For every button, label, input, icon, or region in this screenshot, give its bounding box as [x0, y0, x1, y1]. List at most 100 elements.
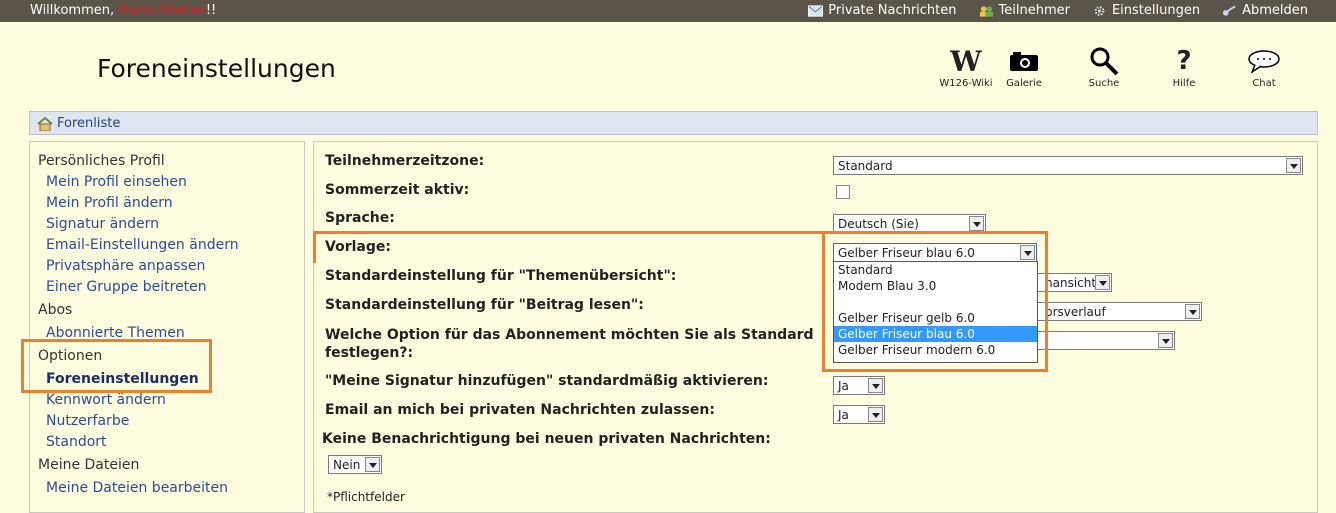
wiki-icon: W [950, 44, 982, 78]
subscription-label: Welche Option für das Abonnement möchten… [325, 326, 814, 362]
read-default-select[interactable]: prsverlauf [1034, 302, 1202, 321]
search-label: Suche [1088, 78, 1120, 89]
topic-default-value: nansicht [1045, 276, 1097, 290]
subscription-label-line2: festlegen?: [325, 345, 414, 361]
email-pm-select[interactable]: Ja [833, 405, 885, 424]
sidebar-item-change-password[interactable]: Kennwort ändern [46, 390, 304, 411]
timezone-label: Teilnehmerzeitzone: [325, 153, 485, 169]
subscription-label-line1: Welche Option für das Abonnement möchten… [325, 327, 814, 343]
question-icon: ? [1176, 46, 1192, 76]
sidebar-section-options: Optionen [38, 348, 103, 364]
settings-form: Teilnehmerzeitzone: Standard Sommerzeit … [313, 141, 1318, 513]
participants-label: Teilnehmer [998, 3, 1070, 18]
chevron-down-icon [868, 378, 883, 393]
topic-default-select[interactable]: nansicht [1034, 273, 1112, 292]
email-pm-label: Email an mich bei privaten Nachrichten z… [325, 402, 715, 418]
key-icon [1223, 5, 1236, 16]
template-option-standard[interactable]: Standard [834, 262, 1037, 278]
subscription-select[interactable] [1034, 331, 1175, 350]
topic-default-label: Standardeinstellung für "Themenübersicht… [325, 268, 677, 284]
sidebar-section-files: Meine Dateien [38, 457, 140, 473]
chevron-down-icon [868, 407, 883, 422]
sidebar: Persönliches Profil Mein Profil einsehen… [29, 141, 305, 513]
sidebar-item-edit-profile[interactable]: Mein Profil ändern [46, 193, 304, 214]
help-label: Hilfe [1172, 78, 1196, 89]
signature-default-select[interactable]: Ja [833, 376, 885, 395]
magnifier-icon [1090, 47, 1119, 76]
language-select[interactable]: Deutsch (Sie) [833, 214, 986, 233]
chevron-down-icon [1286, 158, 1301, 173]
no-notify-label: Keine Benachrichtigung bei neuen private… [322, 431, 771, 447]
language-label: Sprache: [325, 210, 395, 226]
wiki-label: W126-Wiki [939, 78, 993, 89]
logout-label: Abmelden [1242, 3, 1308, 18]
gallery-label: Galerie [1006, 78, 1042, 89]
required-note: *Pflichtfelder [327, 490, 405, 504]
template-option-blank[interactable] [834, 294, 1037, 310]
sidebar-item-join-group[interactable]: Einer Gruppe beitreten [46, 277, 304, 298]
gear-icon [1094, 5, 1105, 16]
template-select[interactable]: Gelber Friseur blau 6.0 [833, 243, 1037, 262]
breadcrumb-forenliste[interactable]: Forenliste [37, 116, 120, 131]
page-title: Foreneinstellungen [97, 54, 336, 83]
username-link[interactable]: Hans-Dieter [118, 3, 206, 18]
template-option-gelb[interactable]: Gelber Friseur gelb 6.0 [834, 310, 1037, 326]
speech-bubble-icon [1248, 50, 1280, 73]
no-notify-value: Nein [333, 458, 361, 472]
sidebar-section-profile: Persönliches Profil [38, 153, 165, 169]
language-value: Deutsch (Sie) [838, 217, 919, 231]
chat-button[interactable]: Chat [1233, 44, 1295, 89]
template-label: Vorlage: [325, 239, 391, 255]
users-icon [979, 5, 993, 17]
chevron-down-icon [1158, 333, 1173, 348]
template-option-blau[interactable]: Gelber Friseur blau 6.0 [834, 326, 1037, 342]
email-pm-value: Ja [838, 408, 849, 422]
help-button[interactable]: ? Hilfe [1153, 44, 1215, 89]
read-default-value: prsverlauf [1045, 305, 1106, 319]
welcome-text: Willkommen, Hans-Dieter!! [30, 3, 216, 18]
timezone-select[interactable]: Standard [833, 156, 1303, 175]
dst-checkbox[interactable] [836, 185, 850, 199]
home-icon [37, 116, 53, 131]
sidebar-item-location[interactable]: Standort [46, 432, 304, 453]
sidebar-item-forum-settings[interactable]: Foreneinstellungen [46, 369, 304, 390]
camera-icon [1010, 52, 1038, 71]
gallery-button[interactable]: Galerie [993, 44, 1055, 89]
template-option-modern-blau[interactable]: Modern Blau 3.0 [834, 278, 1037, 294]
sidebar-item-subscribed-topics[interactable]: Abonnierte Themen [46, 323, 304, 344]
welcome-suffix: !! [205, 3, 217, 18]
envelope-icon [808, 4, 824, 17]
read-default-label: Standardeinstellung für "Beitrag lesen": [325, 297, 644, 313]
search-button[interactable]: Suche [1073, 44, 1135, 89]
chevron-down-icon [1185, 304, 1200, 319]
sidebar-item-edit-files[interactable]: Meine Dateien bearbeiten [46, 478, 304, 499]
chevron-down-icon [1020, 245, 1035, 260]
logout-link[interactable]: Abmelden [1222, 3, 1308, 18]
sidebar-item-view-profile[interactable]: Mein Profil einsehen [46, 172, 304, 193]
chevron-down-icon [969, 216, 984, 231]
chevron-down-icon [365, 457, 380, 472]
sidebar-item-privacy[interactable]: Privatsphäre anpassen [46, 256, 304, 277]
signature-default-value: Ja [838, 379, 849, 393]
wiki-button[interactable]: W W126-Wiki [935, 44, 997, 90]
settings-link[interactable]: Einstellungen [1092, 3, 1200, 18]
template-option-modern[interactable]: Gelber Friseur modern 6.0 [834, 342, 1037, 358]
icon-toolbar: W W126-Wiki Galerie Suche ? Hilfe Chat [935, 44, 1295, 89]
signature-default-label: "Meine Signatur hinzufügen" standardmäßi… [325, 373, 769, 389]
timezone-value: Standard [838, 159, 893, 173]
sidebar-item-signature[interactable]: Signatur ändern [46, 214, 304, 235]
sidebar-section-abos: Abos [38, 302, 73, 318]
settings-label: Einstellungen [1111, 3, 1201, 18]
chevron-down-icon [1095, 275, 1110, 290]
sidebar-item-email-settings[interactable]: Email-Einstellungen ändern [46, 235, 304, 256]
template-dropdown-list: Standard Modern Blau 3.0 Gelber Friseur … [833, 261, 1038, 363]
participants-link[interactable]: Teilnehmer [979, 3, 1070, 18]
welcome-prefix: Willkommen, [30, 3, 119, 18]
private-messages-link[interactable]: Private Nachrichten [808, 3, 957, 18]
dst-label: Sommerzeit aktiv: [325, 182, 470, 198]
template-value: Gelber Friseur blau 6.0 [838, 246, 975, 260]
no-notify-select[interactable]: Nein [328, 455, 382, 474]
sidebar-item-user-color[interactable]: Nutzerfarbe [46, 411, 304, 432]
chat-label: Chat [1252, 78, 1276, 89]
top-bar: Willkommen, Hans-Dieter!! Private Nachri… [0, 0, 1336, 22]
